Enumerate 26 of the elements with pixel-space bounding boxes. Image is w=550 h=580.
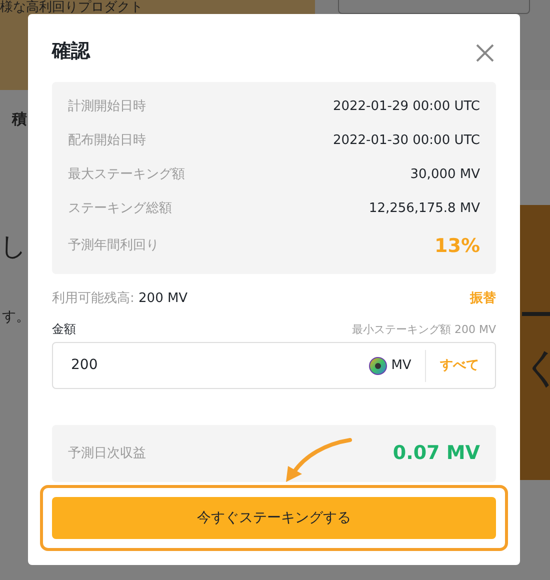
estimate-label: 予測日次収益 (68, 444, 146, 463)
stake-now-button[interactable]: 今すぐステーキングする (52, 497, 496, 539)
detail-value: 2022-01-30 00:00 UTC (332, 132, 480, 150)
detail-label: 配布開始日時 (68, 132, 146, 150)
detail-value: 2022-01-29 00:00 UTC (332, 98, 480, 116)
coin-icon (369, 356, 388, 374)
bg-heading: し (0, 231, 27, 264)
amount-field[interactable]: 200 MV すべて (52, 342, 496, 389)
bg-tagline: 様な高利回りプロダクト (0, 0, 143, 17)
dialog-title: 確認 (52, 38, 90, 64)
detail-label: 計測開始日時 (68, 98, 146, 116)
bg-side-question: く (522, 344, 550, 393)
bg-body-text: す。 (2, 308, 30, 327)
minimum-hint: 最小ステーキング額 200 MV (352, 322, 496, 338)
detail-value: 13% (434, 234, 480, 259)
detail-label: 最大ステーキング額 (68, 166, 185, 184)
detail-label: ステーキング総額 (68, 200, 172, 218)
detail-label: 予測年間利回り (68, 237, 159, 256)
detail-value: 12,256,175.8 MV (368, 200, 480, 218)
currency-label: MV (391, 356, 412, 375)
bg-tab-label: 積 (12, 109, 27, 130)
amount-label: 金額 (52, 321, 76, 338)
estimate-value: 0.07 MV (392, 441, 480, 466)
detail-value: 30,000 MV (410, 166, 480, 184)
bg-dash (522, 312, 550, 316)
balance-text: 利用可能残高: 200 MV (52, 290, 188, 308)
